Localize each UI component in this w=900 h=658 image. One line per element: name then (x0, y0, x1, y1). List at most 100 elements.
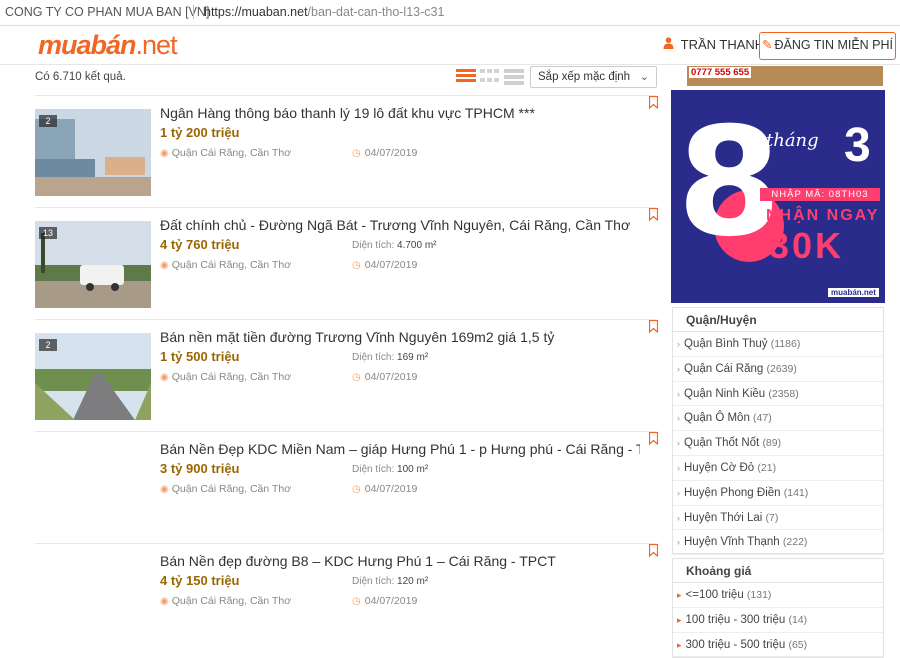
district-count: (2358) (768, 387, 799, 400)
area-label: Diện tích: (352, 576, 395, 587)
sort-label: Sắp xếp mặc định (538, 71, 631, 83)
district-item[interactable]: › Quận Thốt Nốt (89) (673, 431, 883, 456)
district-name: Quận Bình Thuỷ (684, 338, 768, 350)
promo-amount: 30K (769, 225, 845, 266)
listing-photo[interactable]: 2 (35, 333, 151, 420)
listing-title[interactable]: Ngân Hàng thông báo thanh lý 19 lô đất k… (160, 105, 640, 121)
price-range-name: 300 triệu - 500 triệu (685, 638, 786, 651)
district-item[interactable]: › Huyện Thới Lai (7) (673, 506, 883, 531)
district-filter: Quận/Huyện › Quận Bình Thuỷ (1186) › Quận … (672, 307, 884, 556)
listing-date: ◷ 04/07/2019 (352, 483, 417, 495)
district-name: Huyện Phong Điền (684, 486, 781, 499)
bookmark-icon[interactable] (649, 96, 658, 109)
location-pin-icon: ◉ (160, 148, 169, 159)
listing-price: 1 tỷ 500 triệu (160, 349, 240, 364)
rows-view-icon[interactable] (504, 69, 524, 85)
bookmark-icon[interactable] (649, 544, 658, 557)
listing-date: ◷ 04/07/2019 (352, 595, 417, 607)
user-menu[interactable]: TRẦN THANH (663, 37, 764, 52)
photo-count-badge: 2 (39, 115, 57, 127)
listing-price: 4 tỷ 150 triệu (160, 573, 240, 588)
listing-area: Diện tích: 4.700 m² (352, 240, 437, 251)
location-text: Quận Cái Răng, Cần Thơ (171, 147, 292, 159)
area-label: Diện tích: (352, 352, 395, 363)
result-count: Có 6.710 kết quả. (35, 71, 126, 83)
location-text: Quận Cái Răng, Cần Thơ (171, 371, 292, 383)
listing-title[interactable]: Bán Nền Đẹp KDC Miền Nam – giáp Hưng Phú… (160, 441, 640, 457)
site-identity[interactable]: CONG TY CO PHAN MUA BAN [VN] (5, 0, 209, 24)
chevron-right-icon: › (677, 413, 680, 424)
listing-photo[interactable]: 2 (35, 109, 151, 196)
district-count: (141) (783, 486, 809, 499)
area-value: 100 m² (397, 464, 429, 475)
url-path: /ban-dat-can-tho-l13-c31 (307, 5, 445, 19)
district-item[interactable]: › Quận Cái Răng (2639) (673, 357, 883, 382)
clock-icon: ◷ (352, 484, 361, 495)
divider (193, 5, 194, 19)
district-count: (222) (782, 536, 808, 549)
chevron-right-icon: › (677, 487, 680, 498)
listing-photo[interactable]: 13 (35, 221, 151, 308)
grid-view-icon[interactable] (480, 69, 500, 85)
listing-item[interactable]: Bán Nền đẹp đường B8 – KDC Hưng Phú 1 – … (35, 543, 658, 656)
district-item[interactable]: › Huyện Vĩnh Thạnh (222) (673, 530, 883, 556)
district-item[interactable]: › Quận Bình Thuỷ (1186) (673, 332, 883, 357)
listing-area: Diện tích: 169 m² (352, 352, 428, 363)
promo-banner[interactable]: 8 tháng 3 NHẬP MÃ: 08TH03 NHẬN NGAY 30K … (671, 90, 885, 303)
listing-price: 4 tỷ 760 triệu (160, 237, 240, 252)
chevron-right-icon: › (677, 363, 680, 374)
photo-count-badge: 13 (39, 227, 57, 239)
site-header: muabán.net TRẦN THANH ✎ ĐĂNG TIN MIỄN PHÍ (0, 27, 900, 65)
district-name: Quận Cái Răng (684, 362, 764, 375)
listing-title[interactable]: Bán nền mặt tiền đường Trương Vĩnh Nguyê… (160, 329, 640, 345)
price-range-item[interactable]: ▸ 300 triệu - 500 triệu (65) (673, 633, 883, 658)
chevron-right-icon: › (677, 438, 680, 449)
listing-area: Diện tích: 120 m² (352, 576, 428, 587)
date-text: 04/07/2019 (364, 483, 418, 495)
list-view-icon[interactable] (456, 69, 476, 85)
promo-code: NHẬP MÃ: 08TH03 (760, 188, 880, 201)
district-count: (89) (762, 437, 782, 450)
price-range-count: (14) (788, 613, 808, 626)
district-filter-title: Quận/Huyện (673, 308, 883, 332)
district-item[interactable]: › Quận Ninh Kiều (2358) (673, 382, 883, 407)
district-name: Quận Ninh Kiều (684, 387, 766, 400)
site-logo[interactable]: muabán.net (38, 30, 178, 61)
clock-icon: ◷ (352, 148, 361, 159)
district-item[interactable]: › Quận Ô Môn (47) (673, 406, 883, 432)
chevron-down-icon: ⌄ (639, 71, 649, 83)
caret-right-icon: ▸ (677, 639, 682, 650)
user-icon (663, 37, 678, 52)
browser-address-bar[interactable]: CONG TY CO PHAN MUA BAN [VN] https://mua… (0, 0, 900, 26)
listing-area: Diện tích: 100 m² (352, 464, 428, 475)
listing-item[interactable]: Bán Nền Đẹp KDC Miền Nam – giáp Hưng Phú… (35, 431, 658, 544)
price-range-name: <=100 triệu (685, 589, 744, 601)
district-item[interactable]: › Huyện Cờ Đỏ (21) (673, 456, 883, 481)
listing-title[interactable]: Bán Nền đẹp đường B8 – KDC Hưng Phú 1 – … (160, 553, 640, 569)
price-range-item[interactable]: ▸ 100 triệu - 300 triệu (14) (673, 608, 883, 633)
post-free-ad-button[interactable]: ✎ ĐĂNG TIN MIỄN PHÍ (759, 32, 896, 60)
listing-location: ◉ Quận Cái Răng, Cần Thơ (160, 259, 291, 271)
listing-item[interactable]: 2 Ngân Hàng thông báo thanh lý 19 lô đất… (35, 95, 658, 208)
price-range-item[interactable]: ▸ <=100 triệu (131) (673, 583, 883, 608)
listing-title[interactable]: Đất chính chủ - Đường Ngã Bát - Trương V… (160, 217, 640, 233)
listing-item[interactable]: 13 Đất chính chủ - Đường Ngã Bát - Trươn… (35, 207, 658, 320)
chevron-right-icon: › (677, 537, 680, 548)
date-text: 04/07/2019 (364, 595, 418, 607)
listing-date: ◷ 04/07/2019 (352, 147, 417, 159)
promo-headline: NHẬN NGAY (766, 207, 880, 224)
top-ad-banner[interactable]: 0777 555 655 (687, 66, 883, 86)
listing-date: ◷ 04/07/2019 (352, 259, 417, 271)
bookmark-icon[interactable] (649, 320, 658, 333)
sort-select[interactable]: Sắp xếp mặc định ⌄ (530, 66, 657, 88)
bookmark-icon[interactable] (649, 208, 658, 221)
listing-location: ◉ Quận Cái Răng, Cần Thơ (160, 147, 291, 159)
clock-icon: ◷ (352, 596, 361, 607)
listing-item[interactable]: 2 Bán nền mặt tiền đường Trương Vĩnh Ngu… (35, 319, 658, 432)
url-text[interactable]: https://muaban.net/ban-dat-can-tho-l13-c… (204, 0, 444, 24)
district-item[interactable]: › Huyện Phong Điền (141) (673, 481, 883, 506)
bookmark-icon[interactable] (649, 432, 658, 445)
promo-month-number: 3 (844, 119, 871, 172)
pencil-icon: ✎ (761, 38, 773, 52)
date-text: 04/07/2019 (364, 259, 418, 271)
